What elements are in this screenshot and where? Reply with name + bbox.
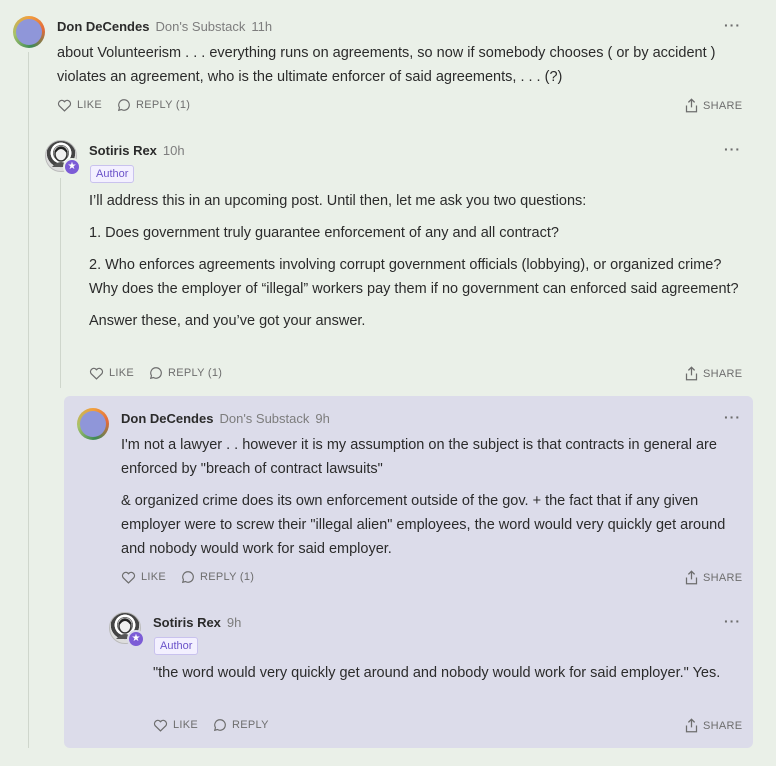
comment-paragraph: & organized crime does its own enforceme… [121, 493, 726, 557]
speech-bubble-icon [181, 571, 194, 584]
author-name[interactable]: Sotiris Rex [89, 143, 157, 158]
comment-paragraph: 2. Who enforces agreements involving cor… [89, 257, 739, 297]
share-button[interactable]: SHARE [685, 718, 742, 733]
publication-name[interactable]: Don's Substack [155, 19, 245, 34]
reply-button[interactable]: REPLY (1) [149, 366, 222, 380]
comment-paragraph: about Volunteerism . . . everything runs… [57, 45, 716, 85]
like-button[interactable]: LIKE [153, 718, 198, 732]
share-button[interactable]: SHARE [685, 366, 742, 381]
share-label: SHARE [703, 719, 743, 732]
reply-label: REPLY (1) [136, 99, 191, 111]
author-name[interactable]: Don DeCendes [121, 411, 213, 426]
more-options-button[interactable]: ··· [724, 141, 741, 157]
author-badge: Author [154, 637, 199, 655]
timestamp[interactable]: 10h [163, 143, 185, 158]
like-label: LIKE [173, 719, 199, 731]
comment-actions: LIKE REPLY (1) SHARE [57, 98, 747, 114]
timestamp[interactable]: 9h [315, 411, 329, 426]
author-badge: Author [90, 165, 135, 183]
comment-body: about Volunteerism . . . everything runs… [57, 41, 757, 97]
avatar[interactable] [77, 408, 109, 440]
share-label: SHARE [703, 367, 743, 380]
comment-paragraph: I'm not a lawyer . . however it is my as… [121, 437, 717, 477]
heart-icon [121, 571, 136, 584]
thread-line [60, 178, 61, 388]
more-options-button[interactable]: ··· [724, 17, 741, 33]
comment-actions: LIKE REPLY SHARE [153, 718, 747, 734]
reply-button[interactable]: REPLY (1) [181, 570, 254, 584]
avatar[interactable] [13, 16, 45, 48]
share-button[interactable]: SHARE [685, 98, 742, 113]
more-options-button[interactable]: ··· [724, 613, 741, 629]
comment-header: Sotiris Rex 9h [153, 615, 241, 630]
share-upload-icon [685, 570, 698, 585]
reply-label: REPLY (1) [200, 571, 255, 583]
comment-body: I'm not a lawyer . . however it is my as… [121, 433, 743, 569]
speech-bubble-icon [149, 367, 162, 380]
heart-icon [57, 99, 72, 112]
speech-bubble-icon [213, 719, 226, 732]
star-icon: ★ [63, 158, 81, 176]
author-name[interactable]: Sotiris Rex [153, 615, 221, 630]
timestamp[interactable]: 9h [227, 615, 241, 630]
share-upload-icon [685, 718, 698, 733]
publication-name[interactable]: Don's Substack [219, 411, 309, 426]
like-button[interactable]: LIKE [57, 98, 102, 112]
comment-header: Don DeCendes Don's Substack 9h [121, 411, 330, 426]
like-label: LIKE [141, 571, 167, 583]
share-label: SHARE [703, 571, 743, 584]
comment-paragraph: I’ll address this in an upcoming post. U… [89, 193, 587, 209]
comment-body: "the word would very quickly get around … [153, 661, 733, 693]
comment-actions: LIKE REPLY (1) SHARE [121, 570, 747, 586]
comment-paragraph: Answer these, and you’ve got your answer… [89, 313, 366, 329]
comment-header: Sotiris Rex 10h [89, 143, 185, 158]
comment-paragraph: "the word would very quickly get around … [153, 665, 721, 681]
reply-label: REPLY (1) [168, 367, 223, 379]
heart-icon [153, 719, 168, 732]
reply-button[interactable]: REPLY [213, 718, 269, 732]
comment-paragraph: 1. Does government truly guarantee enfor… [89, 225, 559, 241]
more-options-button[interactable]: ··· [724, 409, 741, 425]
star-icon: ★ [127, 630, 145, 648]
comment-body: I’ll address this in an upcoming post. U… [89, 189, 749, 341]
timestamp[interactable]: 11h [251, 19, 272, 34]
like-button[interactable]: LIKE [89, 366, 134, 380]
comment-header: Don DeCendes Don's Substack 11h [57, 19, 272, 34]
comment-actions: LIKE REPLY (1) SHARE [89, 366, 747, 382]
heart-icon [89, 367, 104, 380]
thread-line [28, 52, 29, 748]
reply-button[interactable]: REPLY (1) [117, 98, 190, 112]
like-button[interactable]: LIKE [121, 570, 166, 584]
like-label: LIKE [109, 367, 135, 379]
share-upload-icon [685, 98, 698, 113]
speech-bubble-icon [117, 99, 130, 112]
author-name[interactable]: Don DeCendes [57, 19, 149, 34]
share-upload-icon [685, 366, 698, 381]
share-label: SHARE [703, 99, 743, 112]
like-label: LIKE [77, 99, 103, 111]
reply-label: REPLY [232, 719, 269, 731]
share-button[interactable]: SHARE [685, 570, 742, 585]
